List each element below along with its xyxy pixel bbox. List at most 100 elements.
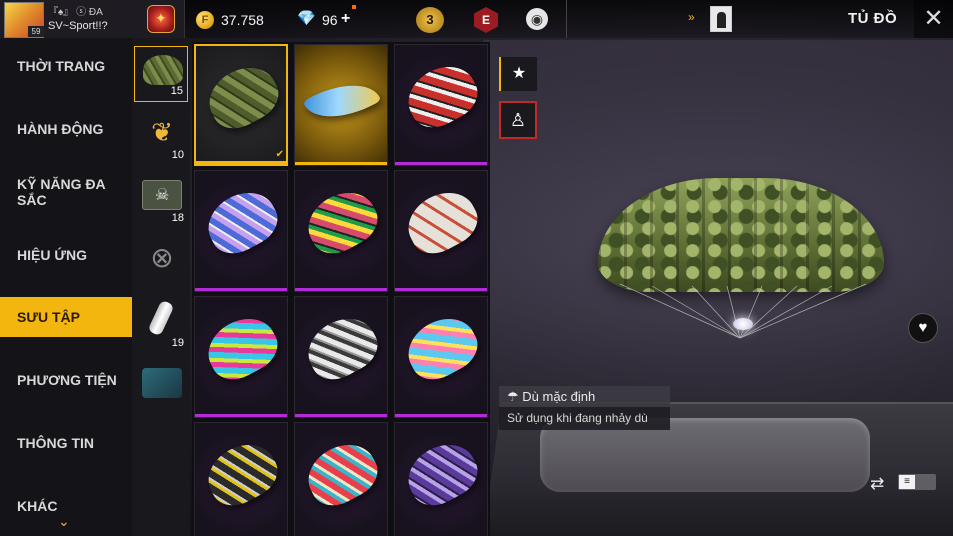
menu-item-label: THỜI TRANG <box>17 58 106 74</box>
parachute-bw-graffiti-icon <box>298 307 386 389</box>
mannequin-button[interactable]: ♙ <box>499 101 537 139</box>
glider-wings-icon <box>302 68 382 134</box>
subcategory-emblem[interactable]: ⊗ <box>134 235 188 291</box>
emote-heart-icon[interactable]: ♥ <box>908 313 938 343</box>
profile-card[interactable]: 59 『♠』 ⓢ ĐA SV~Sport!!? <box>0 0 185 38</box>
menu-item-label: THÔNG TIN <box>17 435 94 451</box>
menu-item-hieu-ung[interactable]: HIỆU ỨNG <box>0 235 132 275</box>
season-pass-badge[interactable]: 3 <box>416 7 444 33</box>
rarity-bar <box>395 414 487 417</box>
rarity-bar <box>295 162 387 165</box>
item-tile[interactable] <box>294 170 388 292</box>
subcategory-count: 10 <box>171 149 184 161</box>
subcategory-count: 15 <box>170 85 183 97</box>
divider <box>566 0 567 38</box>
item-info-title: ☂ Dù mặc định <box>499 386 670 407</box>
chevron-down-icon[interactable]: ⌄ <box>58 513 70 530</box>
menu-item-label: HIỆU ỨNG <box>17 247 87 263</box>
elite-pass-badge[interactable]: E <box>474 7 498 33</box>
menu-item-label: PHƯƠNG TIỆN <box>17 372 117 388</box>
item-tile[interactable] <box>294 44 388 166</box>
shuffle-icon[interactable]: ⇄ <box>870 474 884 494</box>
parachute-red-graffiti-icon <box>398 55 486 137</box>
parachute-blue-purple-icon <box>198 181 286 263</box>
player-name: SV~Sport!!? <box>48 20 108 32</box>
notification-dot <box>352 5 356 9</box>
list-icon: ≡ <box>899 475 915 489</box>
close-button[interactable]: ✕ <box>914 0 953 38</box>
item-tile[interactable] <box>294 422 388 536</box>
item-tile[interactable] <box>194 170 288 292</box>
emblem-icon: ⊗ <box>150 242 174 273</box>
parachute-pack <box>733 318 753 330</box>
item-tile[interactable] <box>194 296 288 418</box>
item-name: Dù mặc định <box>522 389 596 404</box>
item-tile[interactable] <box>394 422 488 536</box>
menu-item-phuong-tien[interactable]: PHƯƠNG TIỆN <box>0 360 132 400</box>
favorite-star-button[interactable]: ★ <box>499 57 537 91</box>
rarity-bar <box>395 162 487 165</box>
glow-stick-icon <box>147 299 175 337</box>
subcategory-column: 15 ❦ 10 18 ⊗ 19 <box>132 38 190 536</box>
category-menu: THỜI TRANG HÀNH ĐỘNG KỸ NĂNG ĐA SẮC HIỆU… <box>0 38 132 536</box>
gold-coin-icon: F <box>196 11 214 29</box>
rarity-bar <box>295 288 387 291</box>
subcategory-airdrop[interactable]: 18 <box>134 172 188 228</box>
list-view-toggle[interactable]: ≡ <box>898 474 936 490</box>
top-bar: 59 『♠』 ⓢ ĐA SV~Sport!!? F 37.758 💎 96 + … <box>0 0 953 38</box>
add-diamonds-button[interactable]: + <box>341 10 350 28</box>
diamond-balance: 96 <box>322 12 338 28</box>
menu-item-ky-nang-da-sac[interactable]: KỸ NĂNG ĐA SẮC <box>0 172 132 212</box>
rarity-bar <box>195 414 287 417</box>
airdrop-box-icon <box>142 180 182 210</box>
parachute-small-icon: ☂ <box>507 389 523 404</box>
parachute-pastel-graffiti-icon <box>398 307 486 389</box>
item-tile[interactable] <box>394 44 488 166</box>
subcategory-count: 19 <box>171 337 184 349</box>
item-tile[interactable]: ✔ <box>194 44 288 166</box>
item-tile[interactable] <box>294 296 388 418</box>
diamond-icon: 💎 <box>297 10 316 27</box>
menu-item-hanh-dong[interactable]: HÀNH ĐỘNG <box>0 109 132 149</box>
menu-item-suu-tap[interactable]: SƯU TẬP <box>0 297 132 337</box>
player-level: 59 <box>28 26 44 37</box>
subcategory-glow-stick[interactable]: 19 <box>134 297 188 353</box>
parachute-black-yellow-icon <box>198 433 286 515</box>
guild-tags: 『♠』 ⓢ ĐA <box>48 7 103 18</box>
double-chevron-icon[interactable]: » <box>688 10 694 24</box>
subcategory-wings[interactable]: ❦ 10 <box>134 109 188 165</box>
parachute-purple-wave-icon <box>398 433 486 515</box>
character-icon[interactable] <box>710 6 732 32</box>
subcategory-vehicle[interactable] <box>134 360 188 416</box>
parachute-neon-mix-icon <box>198 307 286 389</box>
item-tile[interactable] <box>394 170 488 292</box>
parachute-white-red-icon <box>398 181 486 263</box>
parachute-lines <box>619 283 867 339</box>
item-info-panel: ☂ Dù mặc định Sử dụng khi đang nhảy dù <box>499 386 670 430</box>
parachute-icon <box>143 55 183 85</box>
wings-icon: ❦ <box>151 117 173 147</box>
vehicle-icon <box>142 368 182 398</box>
rarity-bar <box>295 414 387 417</box>
menu-item-label: HÀNH ĐỘNG <box>17 121 104 137</box>
parachute-camo-icon <box>199 56 286 138</box>
subcategory-parachute[interactable]: 15 <box>134 46 188 102</box>
item-tile[interactable] <box>194 422 288 536</box>
item-tile[interactable] <box>394 296 488 418</box>
gold-coin-balance: 37.758 <box>221 12 264 28</box>
parachute-tiger-stripes-icon <box>298 433 386 515</box>
equipped-check-icon: ✔ <box>275 149 284 160</box>
subcategory-count: 18 <box>171 212 184 224</box>
rank-badge-icon[interactable] <box>147 5 175 33</box>
menu-item-label: KHÁC <box>17 498 58 514</box>
rarity-bar <box>196 161 286 164</box>
page-title: TỦ ĐỒ <box>848 10 898 27</box>
menu-item-thong-tin[interactable]: THÔNG TIN <box>0 423 132 463</box>
rarity-bar <box>195 288 287 291</box>
parachute-tribal-color-icon <box>298 181 386 263</box>
item-description: Sử dụng khi đang nhảy dù <box>499 407 670 430</box>
rarity-bar <box>395 288 487 291</box>
lucky-spin-icon[interactable]: ◉ <box>526 8 548 30</box>
menu-item-thoi-trang[interactable]: THỜI TRANG <box>0 46 132 86</box>
menu-item-label: SƯU TẬP <box>17 309 80 325</box>
